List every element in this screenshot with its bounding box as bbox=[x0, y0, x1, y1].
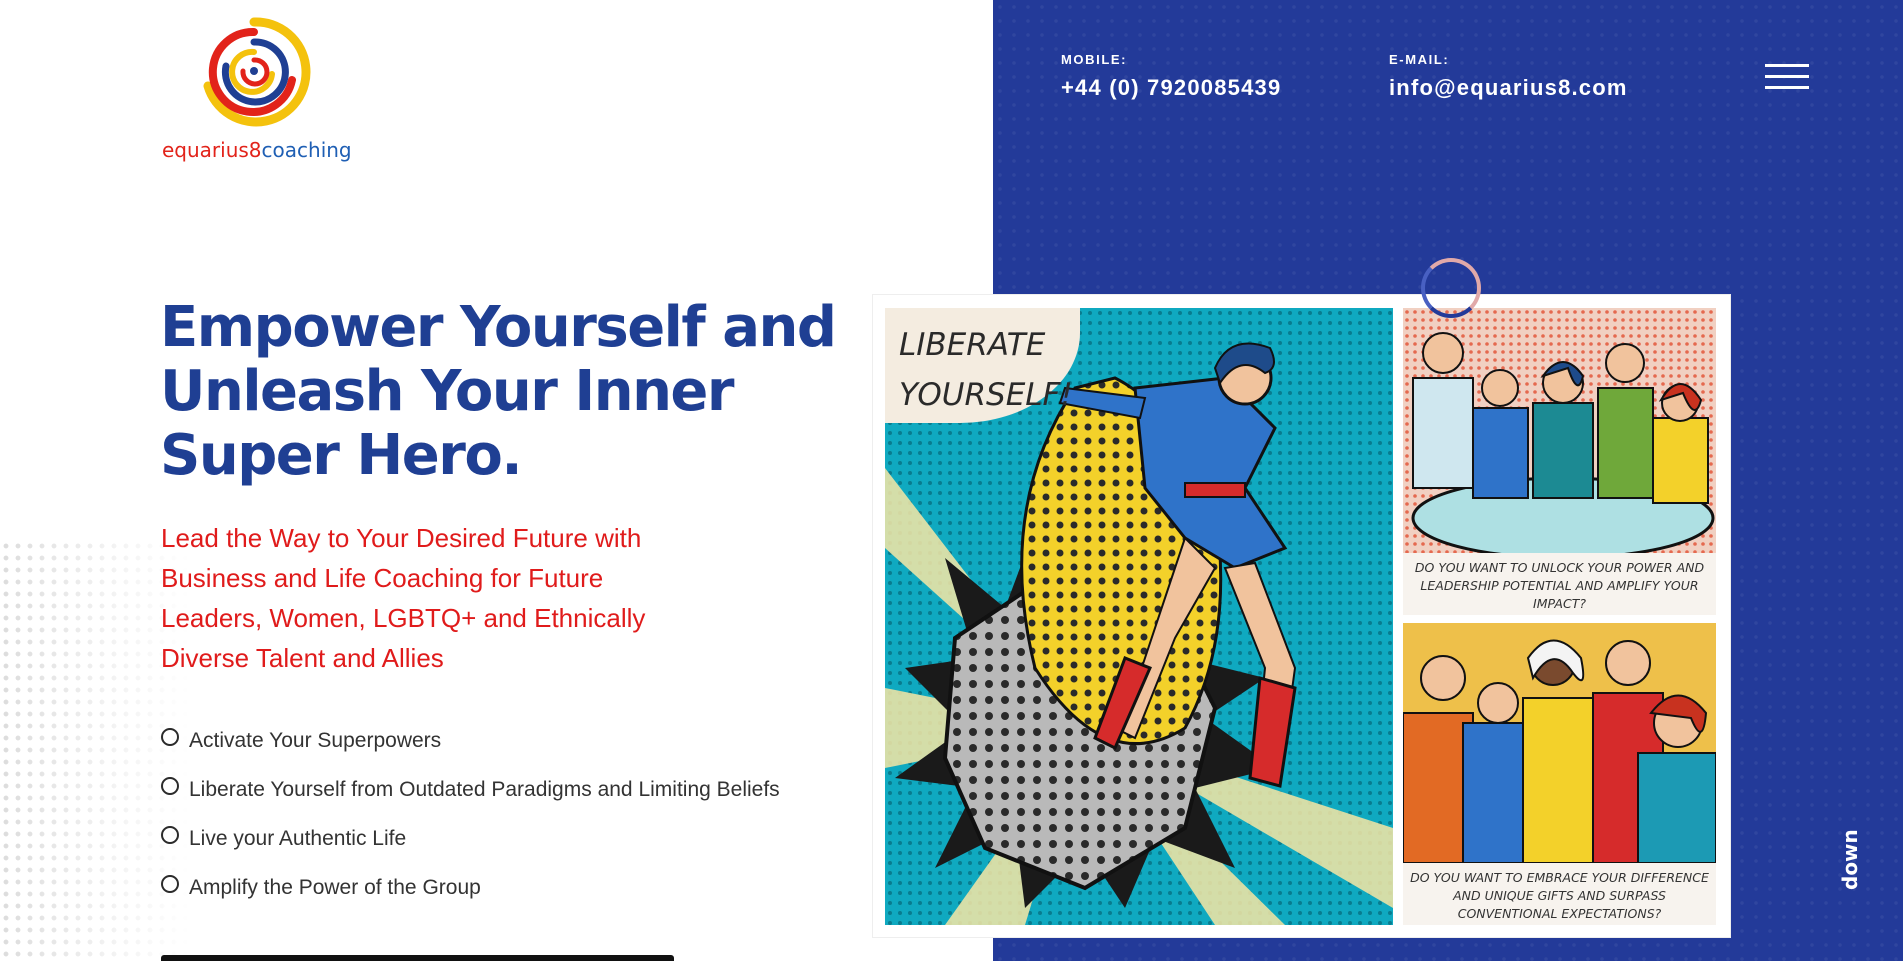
circle-bullet-icon bbox=[161, 874, 179, 893]
comic-card: LIBERATE YOURSELF! DO YOU WANT TO UNLOCK… bbox=[873, 295, 1730, 937]
menu-button[interactable] bbox=[1765, 62, 1809, 92]
email-link[interactable]: info@equarius8.com bbox=[1389, 75, 1628, 101]
cta-button[interactable] bbox=[161, 955, 674, 961]
headline-line: Unleash Your Inner bbox=[160, 359, 735, 424]
mobile-label: MOBILE: bbox=[1061, 52, 1128, 67]
comic-meeting-panel-top bbox=[1403, 308, 1716, 553]
hamburger-icon-line bbox=[1765, 86, 1809, 89]
list-item-text: Liberate Yourself from Outdated Paradigm… bbox=[189, 777, 780, 801]
circle-bullet-icon bbox=[161, 776, 179, 795]
comic-main-panel: LIBERATE YOURSELF! bbox=[885, 308, 1393, 925]
scroll-down-link[interactable]: down bbox=[1838, 829, 1862, 890]
comic-meeting-panel-bottom bbox=[1403, 623, 1716, 863]
mobile-number-link[interactable]: +44 (0) 7920085439 bbox=[1061, 75, 1281, 101]
list-item: Liberate Yourself from Outdated Paradigm… bbox=[161, 765, 780, 814]
contact-mobile: MOBILE: +44 (0) 7920085439 bbox=[1061, 52, 1281, 101]
list-item-text: Live your Authentic Life bbox=[189, 826, 407, 850]
headline-line: Empower Yourself and bbox=[160, 295, 837, 360]
bubble-line: LIBERATE bbox=[899, 327, 1046, 363]
speech-bubble-text: LIBERATE YOURSELF! bbox=[899, 320, 1073, 420]
headline-line: Super Hero. bbox=[160, 423, 523, 488]
list-item: Activate Your Superpowers bbox=[161, 716, 780, 765]
logo-text-part1: equarius8 bbox=[162, 138, 262, 162]
speech-bubble: LIBERATE YOURSELF! bbox=[885, 308, 1080, 423]
bubble-line: YOURSELF! bbox=[899, 377, 1073, 413]
email-label: E-MAIL: bbox=[1389, 52, 1450, 67]
hero-subheading: Lead the Way to Your Desired Future with… bbox=[161, 523, 646, 673]
hamburger-icon-line bbox=[1765, 64, 1809, 67]
list-item: Amplify the Power of the Group bbox=[161, 863, 780, 912]
logo-wordmark: equarius8coaching bbox=[162, 138, 352, 162]
spiral-logo-icon bbox=[203, 17, 311, 127]
list-item-text: Amplify the Power of the Group bbox=[189, 875, 481, 899]
contact-email: E-MAIL: info@equarius8.com bbox=[1389, 52, 1628, 101]
group-illustration bbox=[1403, 623, 1716, 863]
benefits-list: Activate Your Superpowers Liberate Yours… bbox=[161, 716, 780, 912]
hamburger-icon-line bbox=[1765, 75, 1809, 78]
comic-caption-bottom: DO YOU WANT TO EMBRACE YOUR DIFFERENCE A… bbox=[1403, 863, 1716, 925]
page-headline: Empower Yourself and Unleash Your Inner … bbox=[160, 296, 840, 488]
logo[interactable]: equarius8coaching bbox=[160, 14, 360, 162]
list-item-text: Activate Your Superpowers bbox=[189, 728, 442, 752]
circle-bullet-icon bbox=[161, 825, 179, 844]
logo-text-part2: coaching bbox=[261, 138, 352, 162]
meeting-illustration bbox=[1403, 308, 1716, 553]
circle-bullet-icon bbox=[161, 727, 179, 746]
list-item: Live your Authentic Life bbox=[161, 814, 780, 863]
comic-caption-top: DO YOU WANT TO UNLOCK YOUR POWER AND LEA… bbox=[1403, 553, 1716, 615]
decorative-ring-icon bbox=[1421, 258, 1481, 318]
